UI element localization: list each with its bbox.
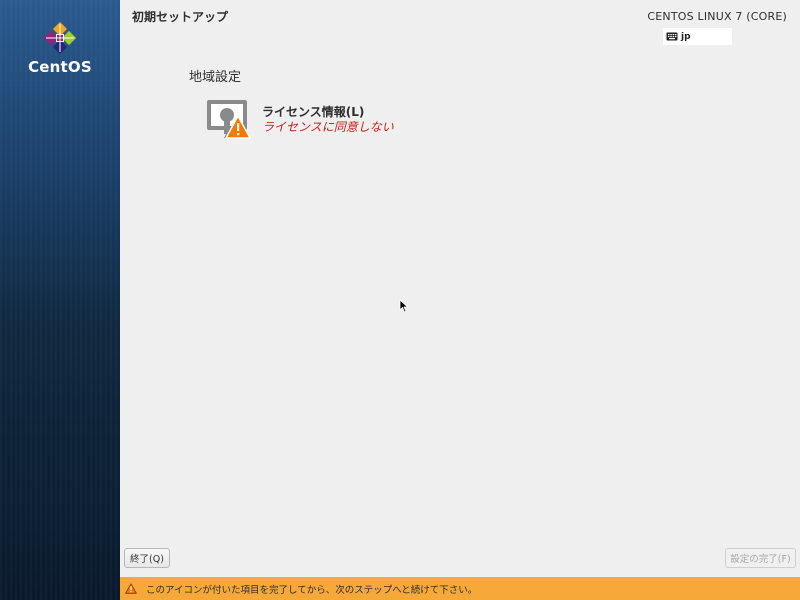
initial-setup-window: CentOS 初期セットアップ CENTOS LINUX 7 (CORE) jp…	[0, 0, 800, 600]
sidebar: CentOS	[0, 0, 120, 600]
category-localization: 地域設定	[189, 70, 242, 85]
warning-message: このアイコンが付いた項目を完了してから、次のステップへと続けて下さい。	[146, 584, 478, 596]
centos-logo: CentOS	[0, 22, 120, 76]
keyboard-layout-indicator[interactable]: jp	[663, 28, 732, 45]
quit-button[interactable]: 終了(Q)	[124, 548, 170, 568]
product-name: CENTOS LINUX 7 (CORE)	[647, 10, 787, 23]
spoke-license-information[interactable]: ライセンス情報(L) ライセンスに同意しない	[205, 98, 465, 142]
centos-logo-icon	[44, 22, 76, 54]
keyboard-icon	[666, 32, 678, 41]
page-title: 初期セットアップ	[132, 10, 229, 24]
keyboard-layout-label: jp	[681, 31, 691, 42]
logo-text: CentOS	[28, 58, 92, 76]
warning-bar: このアイコンが付いた項目を完了してから、次のステップへと続けて下さい。	[120, 577, 800, 600]
mouse-cursor-icon	[399, 299, 409, 313]
spoke-license-status: ライセンスに同意しない	[262, 120, 394, 134]
finish-configuration-button[interactable]: 設定の完了(F)	[725, 548, 796, 568]
warning-icon	[125, 583, 137, 594]
license-warning-icon	[207, 100, 251, 139]
